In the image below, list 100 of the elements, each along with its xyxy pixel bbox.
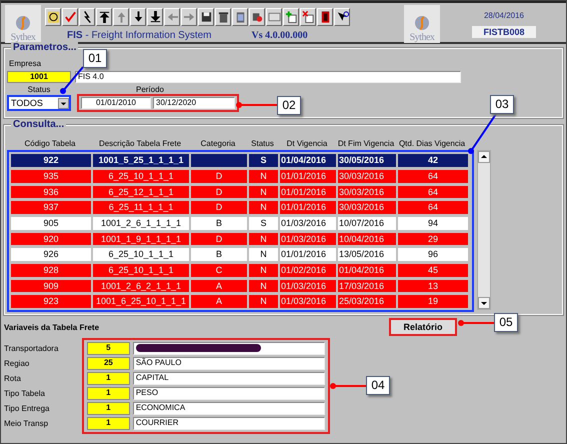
table-cell: 1001_2_6_2_1_1_1	[92, 278, 190, 294]
periodo-label: Período	[134, 85, 166, 94]
toolbar-button[interactable]	[79, 8, 95, 26]
variable-code-field[interactable]: 5	[87, 342, 130, 355]
table-cell: 01/01/2016	[279, 200, 337, 215]
toolbar-button[interactable]	[300, 8, 316, 26]
table-cell: 30/05/2016	[337, 153, 397, 168]
toolbar-button[interactable]	[283, 8, 299, 26]
table-row[interactable]: 922 1001_5_25_1_1_1_1 S 01/04/2016 30/05/2016 42	[10, 153, 471, 168]
add-icon	[284, 10, 298, 24]
table-cell: 905	[10, 216, 92, 231]
toolbar-button[interactable]	[249, 8, 265, 26]
table-cell: 928	[10, 262, 92, 278]
table-cell: 19	[397, 294, 469, 309]
table-cell: 6_25_11_1_1_1	[92, 200, 190, 215]
table-cell: 01/04/2016	[279, 153, 337, 168]
toolbar-button[interactable]	[147, 8, 163, 26]
variable-code-field[interactable]: 1	[87, 402, 130, 415]
table-cell: 909	[10, 278, 92, 294]
table-cell: 01/01/2016	[279, 247, 337, 262]
table-cell: 96	[397, 247, 469, 262]
variable-code-field[interactable]: 25	[87, 357, 130, 370]
table-row[interactable]: 937 6_25_11_1_1_1 D N 01/01/2016 30/03/2016 64	[10, 200, 471, 215]
table-cell: 42	[397, 153, 469, 168]
table-cell: 1001_5_25_1_1_1_1	[92, 153, 190, 168]
variable-value-field[interactable]: SÃO PAULO	[132, 357, 325, 370]
variable-code-field[interactable]: 1	[87, 387, 130, 400]
column-header: Categoria	[200, 139, 236, 148]
table-cell: N	[248, 232, 279, 246]
table-row[interactable]: 905 1001_2_6_1_1_1_1 B S 01/03/2016 10/07/2016 94	[10, 216, 471, 231]
table-row[interactable]: 936 6_25_12_1_1_1 D N 01/01/2016 30/03/2016 64	[10, 184, 471, 200]
scrollbar[interactable]	[477, 150, 491, 310]
table-cell: 64	[397, 168, 469, 184]
variable-code-field[interactable]: 1	[87, 372, 130, 385]
table-cell: A	[190, 294, 248, 309]
table-cell: 01/01/2016	[279, 168, 337, 184]
table-cell: D	[190, 168, 248, 184]
variable-code-field[interactable]: 1	[87, 417, 130, 430]
table-row[interactable]: 923 1001_6_25_10_1_1_1 A N 01/03/2016 25/03/2016 19	[10, 294, 471, 309]
toolbar-button[interactable]	[45, 8, 61, 26]
first-icon	[98, 10, 110, 24]
table-cell: 920	[10, 232, 92, 246]
table-row[interactable]: 926 6_25_10_1_1_1 B N 01/01/2016 13/05/2016 96	[10, 247, 471, 262]
table-cell: D	[190, 184, 248, 200]
toolbar-button[interactable]	[317, 8, 333, 26]
variable-value-field[interactable]	[132, 342, 325, 355]
last-icon	[148, 10, 162, 24]
column-header: Dt Fim Vigencia	[336, 139, 396, 148]
table-cell: N	[248, 168, 279, 184]
table-cell: 937	[10, 200, 92, 215]
logo-text: Sythex	[410, 32, 434, 43]
check-icon	[64, 10, 76, 24]
toolbar-button[interactable]	[198, 8, 214, 26]
variable-label: Transportadora	[4, 343, 60, 355]
table-row[interactable]: 928 6_25_10_1_1_1 C N 01/02/2016 01/04/2016 45	[10, 262, 471, 278]
empresa-code-field[interactable]: 1001	[7, 71, 71, 83]
table-cell: 922	[10, 153, 92, 168]
table-row[interactable]: 935 6_25_10_1_1_1 D N 01/01/2016 30/03/2016 64	[10, 168, 471, 184]
empresa-name-field[interactable]: FIS 4.0	[75, 71, 461, 83]
table-cell: D	[190, 232, 248, 246]
status-dropdown[interactable]: TODOS	[7, 95, 71, 111]
column-header: Descrição Tabela Frete	[98, 139, 182, 148]
toolbar-button[interactable]	[334, 8, 350, 26]
callout-label: 03	[490, 95, 514, 114]
toolbar-button[interactable]	[215, 8, 231, 26]
date-to-field[interactable]: 30/12/2020	[153, 97, 235, 109]
table-cell: 10/04/2016	[337, 232, 397, 246]
table-cell: 94	[397, 216, 469, 231]
variable-label: Rota	[4, 373, 22, 385]
save-icon	[200, 10, 212, 24]
table-cell: 29	[397, 232, 469, 246]
column-header: Dt Vigencia	[286, 139, 328, 148]
report-button[interactable]: Relatório	[389, 318, 457, 336]
table-cell: S	[248, 153, 279, 168]
table-cell: 01/03/2016	[279, 216, 337, 231]
logo-icon	[414, 14, 430, 32]
table-cell: 30/03/2016	[337, 200, 397, 215]
table-cell: 926	[10, 247, 92, 262]
date-from-field[interactable]: 01/01/2010	[81, 97, 151, 109]
column-header: Código Tabela	[23, 139, 76, 148]
variable-value-field[interactable]: CAPITAL	[132, 372, 325, 385]
panel-legend: Parametros...	[11, 42, 78, 53]
table-cell: N	[248, 184, 279, 200]
caret-icon	[58, 98, 69, 108]
scroll-up-icon[interactable]	[478, 151, 490, 164]
table-cell: 01/04/2016	[337, 262, 397, 278]
table-cell: 6_25_10_1_1_1	[92, 262, 190, 278]
table-cell: 17/03/2016	[337, 278, 397, 294]
variable-value-field[interactable]: ECONOMICA	[132, 402, 325, 415]
variable-value-field[interactable]: COURRIER	[132, 417, 325, 430]
scroll-down-icon[interactable]	[478, 297, 490, 310]
variable-value-field[interactable]: PESO	[132, 387, 325, 400]
table-cell: 6_25_10_1_1_1	[92, 168, 190, 184]
table-cell: 45	[397, 262, 469, 278]
toolbar-button[interactable]	[130, 8, 146, 26]
table-cell: 64	[397, 184, 469, 200]
table-row[interactable]: 909 1001_2_6_2_1_1_1 A N 01/03/2016 17/03/2016 13	[10, 278, 471, 294]
table-row[interactable]: 920 1001_1_9_1_1_1_1 D N 01/03/2016 10/04/2016 29	[10, 232, 471, 246]
table-cell: B	[190, 216, 248, 231]
toolbar-button[interactable]	[96, 8, 112, 26]
